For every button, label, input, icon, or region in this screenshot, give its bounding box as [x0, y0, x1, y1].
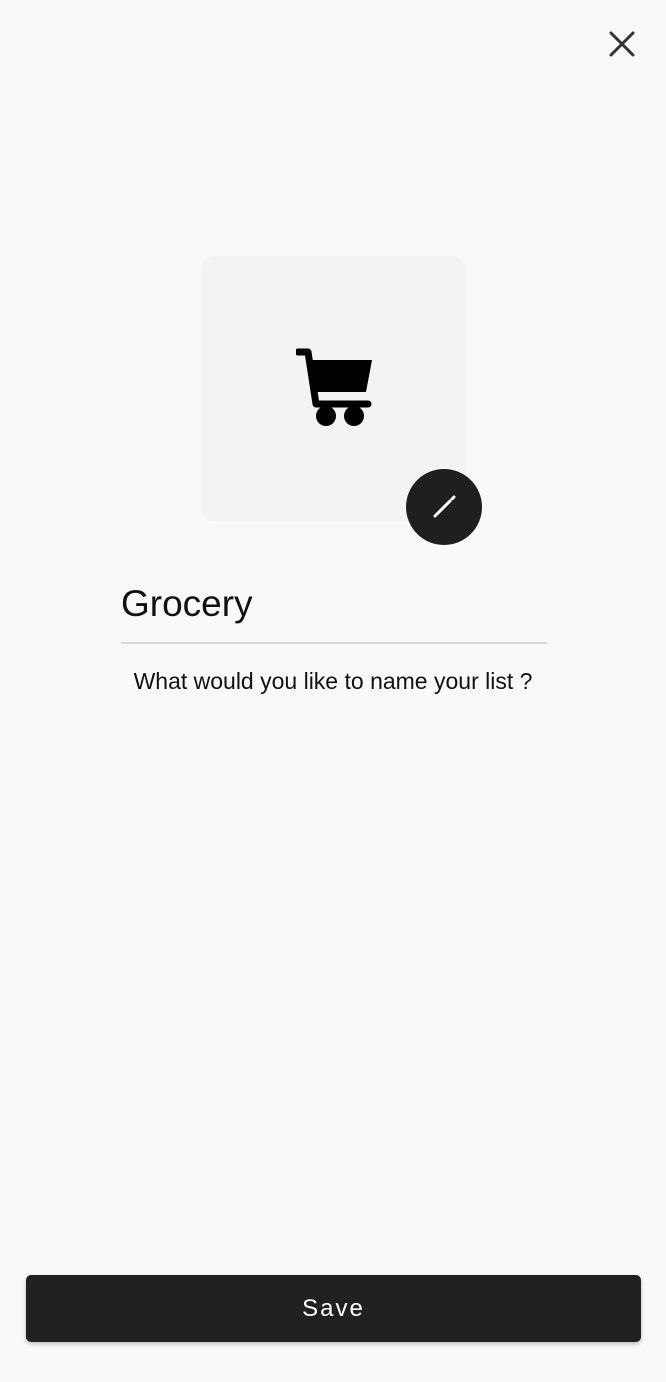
list-name-helper-text: What would you like to name your list ?: [133, 668, 533, 694]
edit-icon-button[interactable]: [406, 469, 482, 545]
close-button[interactable]: [598, 20, 646, 68]
list-name-input[interactable]: [121, 566, 547, 644]
save-button[interactable]: Save: [26, 1275, 641, 1342]
shopping-cart-icon: [296, 348, 372, 426]
close-icon: [609, 31, 635, 57]
pencil-icon: [433, 495, 456, 518]
